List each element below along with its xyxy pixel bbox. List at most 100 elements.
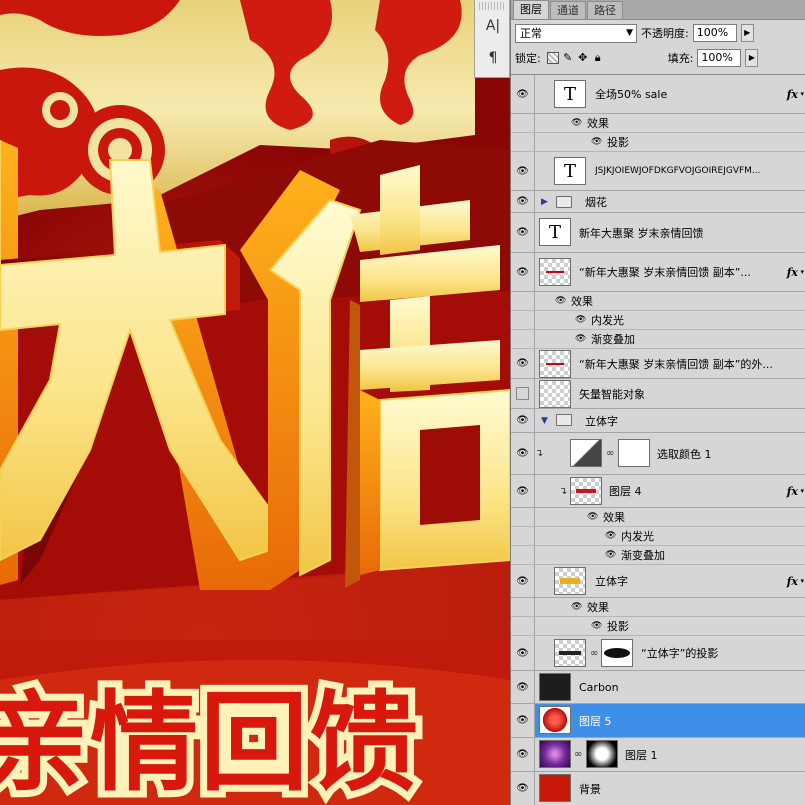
fx-icon[interactable]: fx [787, 266, 798, 279]
effect-item[interactable]: 👁︎ 内发光 [511, 311, 805, 330]
layer-group-row[interactable]: 👁︎ ▼ 立体字 [511, 409, 805, 433]
lock-all-icon[interactable]: 🔒︎ [592, 52, 604, 64]
layer-group-row[interactable]: 👁︎ ▶ 烟花 [511, 191, 805, 213]
layer-thumbnail [554, 639, 586, 667]
layer-row[interactable]: 矢量智能对象 [511, 379, 805, 409]
effect-drop-shadow: 投影 [607, 136, 629, 149]
effect-item[interactable]: 👁︎ 投影 [511, 617, 805, 636]
layer-row[interactable]: 👁︎ “新年大惠聚 岁末亲情回馈 副本”的外... [511, 349, 805, 379]
clipping-arrow-icon: ↴ [535, 448, 544, 459]
lock-pixels-icon[interactable]: ✎ [562, 52, 574, 64]
tab-layers[interactable]: 图层 [513, 0, 549, 19]
smart-object-thumbnail [539, 673, 571, 701]
effects-row[interactable]: 👁︎ 效果 [511, 292, 805, 311]
character-panel-button[interactable]: A| [479, 14, 507, 38]
effects-row[interactable]: 👁︎ 效果 [511, 598, 805, 617]
layer-row[interactable]: 👁︎ T 新年大惠聚 岁末亲情回馈 [511, 213, 805, 253]
link-chain-icon: ∞ [606, 448, 615, 459]
fx-icon[interactable]: fx [787, 575, 798, 588]
layer-row[interactable]: 👁︎ ∞ “立体字”的投影 [511, 636, 805, 671]
layer-name: 全场50% sale [595, 88, 668, 101]
visibility-eye-icon[interactable]: 👁︎ [516, 267, 529, 278]
layer-thumbnail [554, 567, 586, 595]
visibility-eye-icon[interactable]: 👁︎ [516, 415, 529, 426]
link-chain-icon: ∞ [590, 647, 599, 659]
collapse-triangle-icon[interactable]: ▼ [541, 416, 548, 426]
effect-eye-icon[interactable]: 👁︎ [591, 621, 602, 631]
visibility-eye-icon[interactable]: 👁︎ [516, 166, 529, 177]
effect-eye-icon[interactable]: 👁︎ [605, 531, 616, 541]
effect-item[interactable]: 👁︎ 投影 [511, 133, 805, 152]
effect-eye-icon[interactable]: 👁︎ [605, 550, 616, 560]
visibility-eye-icon[interactable]: 👁︎ [516, 89, 529, 100]
effect-eye-icon[interactable]: 👁︎ [591, 137, 602, 147]
layer-row[interactable]: 👁︎ 背景 [511, 772, 805, 805]
fx-icon[interactable]: fx [787, 485, 798, 498]
effects-row[interactable]: 👁︎ 效果 [511, 508, 805, 527]
visibility-eye-icon[interactable]: 👁︎ [516, 358, 529, 369]
effect-drop-shadow: 投影 [607, 620, 629, 633]
expand-effects-icon[interactable]: ▾ [800, 577, 804, 585]
layer-name: Carbon [579, 680, 619, 694]
layer-row[interactable]: 👁︎ T 全场50% sale fx ▾ [511, 75, 805, 114]
visibility-eye-icon[interactable]: 👁︎ [516, 648, 529, 659]
opacity-input[interactable]: 100% [692, 24, 737, 42]
effects-label: 效果 [571, 295, 593, 308]
dropdown-arrow-icon: ▼ [626, 27, 633, 38]
panel-tabs: 图层 通道 路径 [511, 0, 805, 20]
layer-row-selected[interactable]: 👁︎ 图层 5 [511, 704, 805, 738]
text-layer-thumbnail-icon: T [554, 157, 586, 185]
tab-channels[interactable]: 通道 [550, 1, 586, 19]
visibility-off-box[interactable] [516, 387, 529, 400]
lock-row: 锁定: ✎ ✥ 🔒︎ 填充: 100% ▶ [511, 46, 805, 70]
document-canvas[interactable]: 亲情回馈 [0, 0, 510, 805]
visibility-eye-icon[interactable]: 👁︎ [516, 576, 529, 587]
layer-row[interactable]: 👁︎ “新年大惠聚 岁末亲情回馈 副本”... fx ▾ [511, 253, 805, 292]
fill-input[interactable]: 100% [697, 49, 742, 67]
tab-paths[interactable]: 路径 [587, 1, 623, 19]
layer-row[interactable]: 👁︎ ↴ ∞ 选取颜色 1 [511, 433, 805, 475]
opacity-slider-button[interactable]: ▶ [740, 24, 754, 42]
layer-thumbnail [539, 706, 571, 734]
layer-name: 图层 1 [625, 748, 658, 762]
adjustment-thumbnail [570, 439, 602, 467]
blend-mode-select[interactable]: 正常 ▼ [515, 23, 637, 43]
lock-position-icon[interactable]: ✥ [577, 52, 589, 64]
artwork: 亲情回馈 [0, 0, 510, 805]
effect-eye-icon[interactable]: 👁︎ [575, 334, 586, 344]
layer-row[interactable]: 👁︎ Carbon [511, 671, 805, 704]
effect-eye-icon[interactable]: 👁︎ [571, 602, 582, 612]
effect-item[interactable]: 👁︎ 渐变叠加 [511, 330, 805, 349]
visibility-eye-icon[interactable]: 👁︎ [516, 682, 529, 693]
visibility-eye-icon[interactable]: 👁︎ [516, 715, 529, 726]
expand-effects-icon[interactable]: ▾ [800, 268, 804, 276]
visibility-eye-icon[interactable]: 👁︎ [516, 783, 529, 794]
effect-item[interactable]: 👁︎ 内发光 [511, 527, 805, 546]
paragraph-panel-button[interactable]: ¶ [479, 46, 507, 70]
visibility-eye-icon[interactable]: 👁︎ [516, 448, 529, 459]
visibility-eye-icon[interactable]: 👁︎ [516, 749, 529, 760]
layer-row[interactable]: 👁︎ ↴ 图层 4 fx ▾ [511, 475, 805, 508]
effect-eye-icon[interactable]: 👁︎ [555, 296, 566, 306]
visibility-eye-icon[interactable]: 👁︎ [516, 196, 529, 207]
layer-thumbnail [539, 380, 571, 408]
fx-icon[interactable]: fx [787, 88, 798, 101]
expand-triangle-icon[interactable]: ▶ [541, 197, 548, 207]
visibility-eye-icon[interactable]: 👁︎ [516, 227, 529, 238]
layer-name: 选取颜色 1 [657, 447, 712, 461]
lock-transparent-icon[interactable] [546, 52, 559, 64]
effects-label: 效果 [603, 511, 625, 524]
effect-eye-icon[interactable]: 👁︎ [587, 512, 598, 522]
expand-effects-icon[interactable]: ▾ [800, 90, 804, 98]
layer-row[interactable]: 👁︎ 立体字 fx ▾ [511, 565, 805, 598]
expand-effects-icon[interactable]: ▾ [800, 487, 804, 495]
visibility-eye-icon[interactable]: 👁︎ [516, 486, 529, 497]
fill-slider-button[interactable]: ▶ [745, 49, 759, 67]
layer-row[interactable]: 👁︎ ∞ 图层 1 [511, 738, 805, 772]
layer-row[interactable]: 👁︎ T JSJKJOIEWJOFDKGFVOJGOIREJGVFM... [511, 152, 805, 191]
effects-row[interactable]: 👁︎ 效果 [511, 114, 805, 133]
effect-eye-icon[interactable]: 👁︎ [571, 118, 582, 128]
layer-name: 图层 5 [579, 714, 612, 728]
effect-item[interactable]: 👁︎ 渐变叠加 [511, 546, 805, 565]
effect-eye-icon[interactable]: 👁︎ [575, 315, 586, 325]
